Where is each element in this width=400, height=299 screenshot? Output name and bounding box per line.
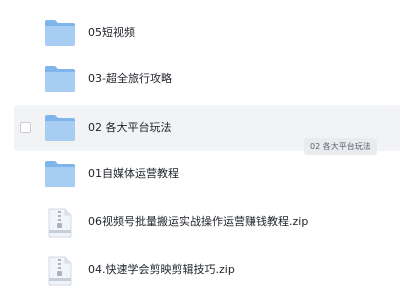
file-row-folder[interactable]: 03-超全旅行攻略 xyxy=(14,56,400,102)
file-name[interactable]: 04.快速学会剪映剪辑技巧.zip xyxy=(88,247,235,293)
file-name[interactable]: 02 各大平台玩法 xyxy=(88,105,172,151)
folder-icon xyxy=(44,65,76,93)
zip-file-icon xyxy=(44,256,76,286)
file-row-folder[interactable]: 05短视频 xyxy=(14,10,400,56)
file-name[interactable]: 05短视频 xyxy=(88,10,135,56)
folder-icon xyxy=(44,114,76,142)
file-row-zip[interactable]: 04.快速学会剪映剪辑技巧.zip xyxy=(14,247,400,293)
file-row-zip[interactable]: 06视频号批量搬运实战操作运营赚钱教程.zip xyxy=(14,199,400,245)
folder-icon xyxy=(44,19,76,47)
filename-tooltip: 02 各大平台玩法 xyxy=(304,138,377,155)
zip-file-icon xyxy=(44,208,76,238)
folder-icon xyxy=(44,160,76,188)
file-row-folder[interactable]: 01自媒体运营教程 xyxy=(14,151,400,197)
file-name[interactable]: 01自媒体运营教程 xyxy=(88,151,179,197)
file-name[interactable]: 03-超全旅行攻略 xyxy=(88,56,172,102)
file-name[interactable]: 06视频号批量搬运实战操作运营赚钱教程.zip xyxy=(88,199,308,245)
select-checkbox[interactable] xyxy=(20,122,31,133)
